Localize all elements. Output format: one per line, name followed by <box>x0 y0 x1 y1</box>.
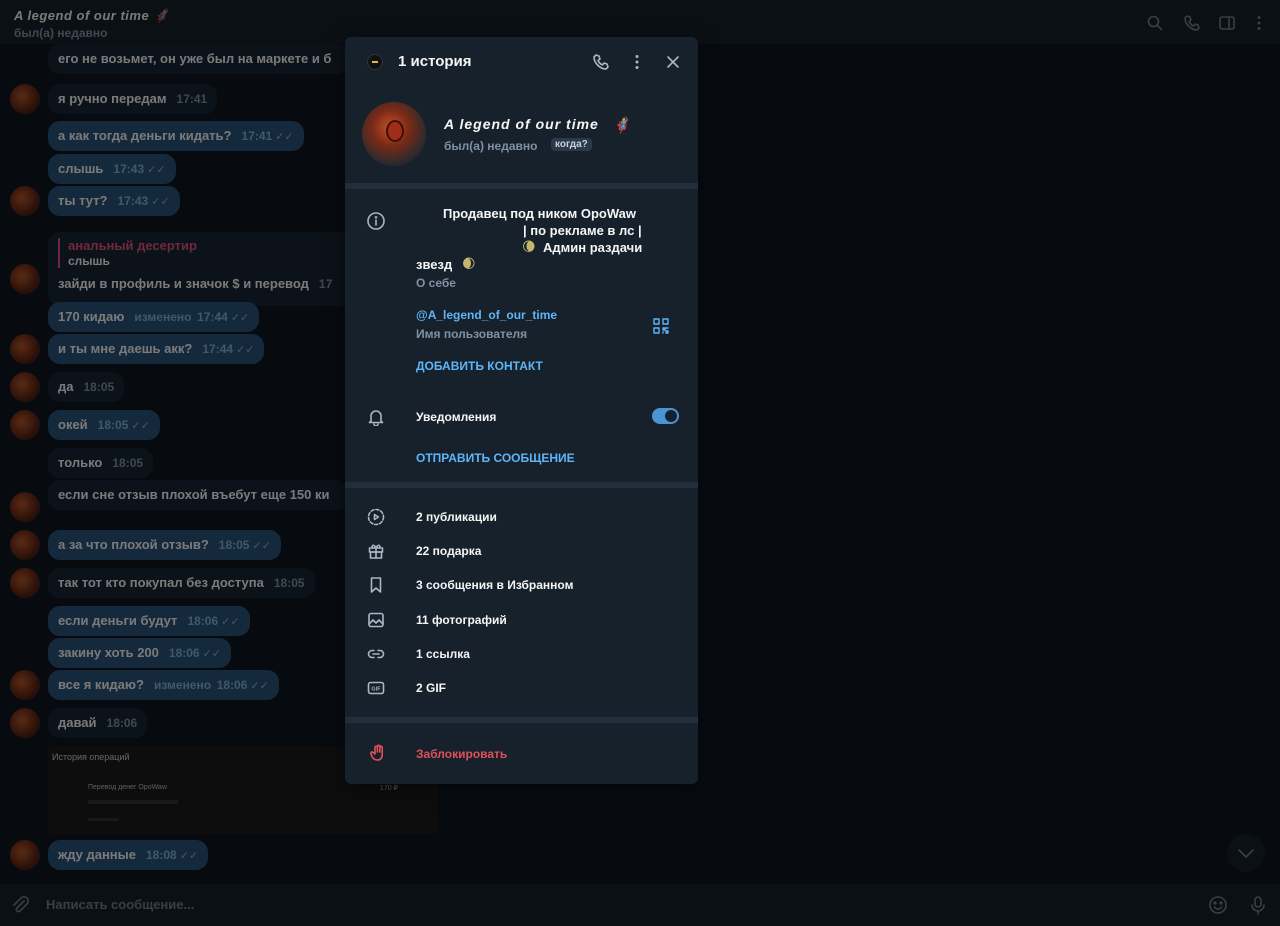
send-message-button[interactable]: ОТПРАВИТЬ СООБЩЕНИЕ <box>416 451 575 465</box>
stories-icon <box>367 508 385 526</box>
bio-line: звезд <box>416 257 453 272</box>
qr-code-icon[interactable] <box>652 317 670 335</box>
bio-line: | по рекламе в лс | <box>523 223 642 238</box>
bell-icon <box>367 408 385 426</box>
username-link[interactable]: @A_legend_of_our_time <box>416 308 557 322</box>
stories-count[interactable]: 1 история <box>398 53 472 70</box>
story-avatar[interactable] <box>367 54 383 70</box>
media-row-gifs[interactable]: GIF 2 GIF <box>345 673 698 703</box>
media-row-label: 22 подарка <box>416 544 482 558</box>
bio-caption: О себе <box>416 276 456 290</box>
media-row-gifts[interactable]: 22 подарка <box>345 536 698 566</box>
more-icon[interactable] <box>628 53 646 71</box>
media-row-saved[interactable]: 3 сообщения в Избранном <box>345 570 698 600</box>
profile-panel: 1 история A legend of our time 🦸 был(а) … <box>345 37 698 784</box>
add-contact-button[interactable]: ДОБАВИТЬ КОНТАКТ <box>416 359 543 373</box>
block-button[interactable]: Заблокировать <box>416 747 507 761</box>
close-icon[interactable] <box>664 53 682 71</box>
bookmark-icon <box>367 576 385 594</box>
info-icon <box>367 212 385 230</box>
link-icon <box>367 645 385 663</box>
username-caption: Имя пользователя <box>416 327 528 341</box>
media-row-photos[interactable]: 11 фотографий <box>345 605 698 635</box>
media-row-stories[interactable]: 2 публикации <box>345 502 698 532</box>
notifications-label: Уведомления <box>416 410 497 424</box>
profile-avatar[interactable] <box>362 102 426 166</box>
gif-icon: GIF <box>367 679 385 697</box>
section-divider <box>345 482 698 488</box>
section-divider <box>345 717 698 723</box>
svg-text:GIF: GIF <box>371 687 381 693</box>
section-divider <box>345 183 698 189</box>
bio-line: Продавец под ником OpoWaw <box>443 206 636 221</box>
bio-line: Админ раздачи <box>543 240 643 255</box>
profile-name-emoji: 🦸 <box>613 117 632 134</box>
profile-status: был(а) недавно <box>444 139 538 153</box>
media-row-label: 2 GIF <box>416 681 447 695</box>
media-row-label: 11 фотографий <box>416 613 507 627</box>
profile-name: A legend of our time <box>444 116 599 132</box>
block-hand-icon <box>369 744 387 762</box>
moon-emoji: 🌒 <box>462 256 476 271</box>
notifications-toggle[interactable] <box>652 408 679 424</box>
moon-emoji: 🌘 <box>522 239 536 254</box>
phone-icon[interactable] <box>592 53 610 71</box>
when-badge[interactable]: когда? <box>551 138 592 151</box>
media-row-label: 3 сообщения в Избранном <box>416 578 574 592</box>
profile-header: 1 история <box>345 37 698 87</box>
media-row-links[interactable]: 1 ссылка <box>345 639 698 669</box>
gift-icon <box>367 542 385 560</box>
media-row-label: 2 публикации <box>416 510 497 524</box>
photo-icon <box>367 611 385 629</box>
media-row-label: 1 ссылка <box>416 647 470 661</box>
